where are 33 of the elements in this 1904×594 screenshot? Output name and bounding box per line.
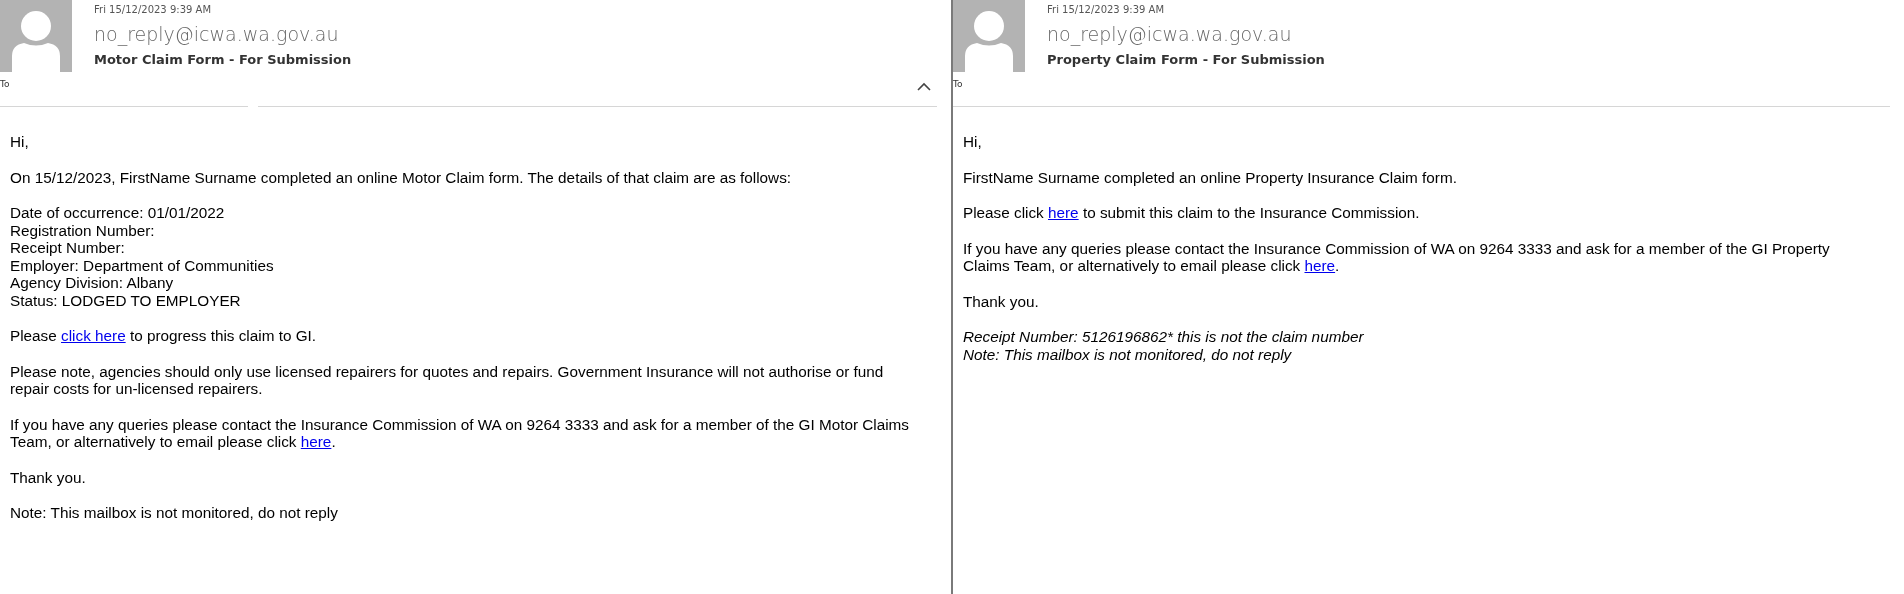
body-text: Thank you. — [963, 292, 1040, 310]
body-text: Please note, agencies should only use licensed repairers for quotes and repairs. Government Insurance will not authorise or fund repair costs for un-licensed repairers. — [10, 362, 885, 398]
body-text: If you have any queries please contact the Insurance Commission of WA on 9264 3333 and ask for a member of the GI Motor Claims Team, or alternatively to email please click here. — [10, 415, 910, 451]
link[interactable]: here — [1304, 257, 1336, 274]
link[interactable]: click here — [61, 327, 126, 344]
link[interactable]: here — [1048, 204, 1079, 221]
link[interactable]: here — [300, 433, 332, 450]
body-text: Note: This mailbox is not monitored, do not reply — [10, 504, 339, 522]
body-text: Status: LODGED TO EMPLOYER — [10, 291, 242, 309]
body-text: Please click here to progress this claim to GI. — [10, 327, 318, 345]
to-label: To — [953, 79, 963, 89]
body-text: Thank you. — [10, 468, 87, 486]
email-subject: Motor Claim Form - For Submission — [94, 52, 352, 67]
body-text: Receipt Number: — [10, 239, 126, 257]
body-text: Date of occurrence: 01/01/2022 — [10, 204, 226, 222]
body-text: Registration Number: — [10, 221, 156, 239]
body-text: Agency Division: Albany — [10, 274, 175, 292]
body-text: FirstName Surname completed an online Property Insurance Claim form. — [963, 168, 1458, 186]
sender-address: no_reply@icwa.wa.gov.au — [1047, 23, 1293, 45]
to-label: To — [0, 79, 10, 89]
body-text: If you have any queries please contact the Insurance Commission of WA on 9264 3333 and ask for a member of the GI Property Claims Team, or alternatively to email please click here. — [963, 239, 1831, 275]
chevron-up-icon[interactable] — [917, 81, 931, 91]
body-text: Please click here to submit this claim to the Insurance Commission. — [963, 204, 1421, 222]
body-text: On 15/12/2023, FirstName Surname completed an online Motor Claim form. The details of that claim are as follows: — [10, 168, 793, 186]
sender-address: no_reply@icwa.wa.gov.au — [94, 23, 340, 45]
body-text: Employer: Department of Communities — [10, 256, 275, 274]
email-subject: Property Claim Form - For Submission — [1047, 52, 1325, 67]
body-text: Receipt Number: 5126196862* this is not the claim number — [963, 328, 1365, 346]
body-text: Hi, — [963, 133, 983, 151]
received-date: Fri 15/12/2023 9:39 AM — [94, 4, 212, 15]
received-date: Fri 15/12/2023 9:39 AM — [1047, 4, 1165, 15]
body-text: Hi, — [10, 133, 30, 151]
body-text: Note: This mailbox is not monitored, do not reply — [963, 345, 1293, 363]
